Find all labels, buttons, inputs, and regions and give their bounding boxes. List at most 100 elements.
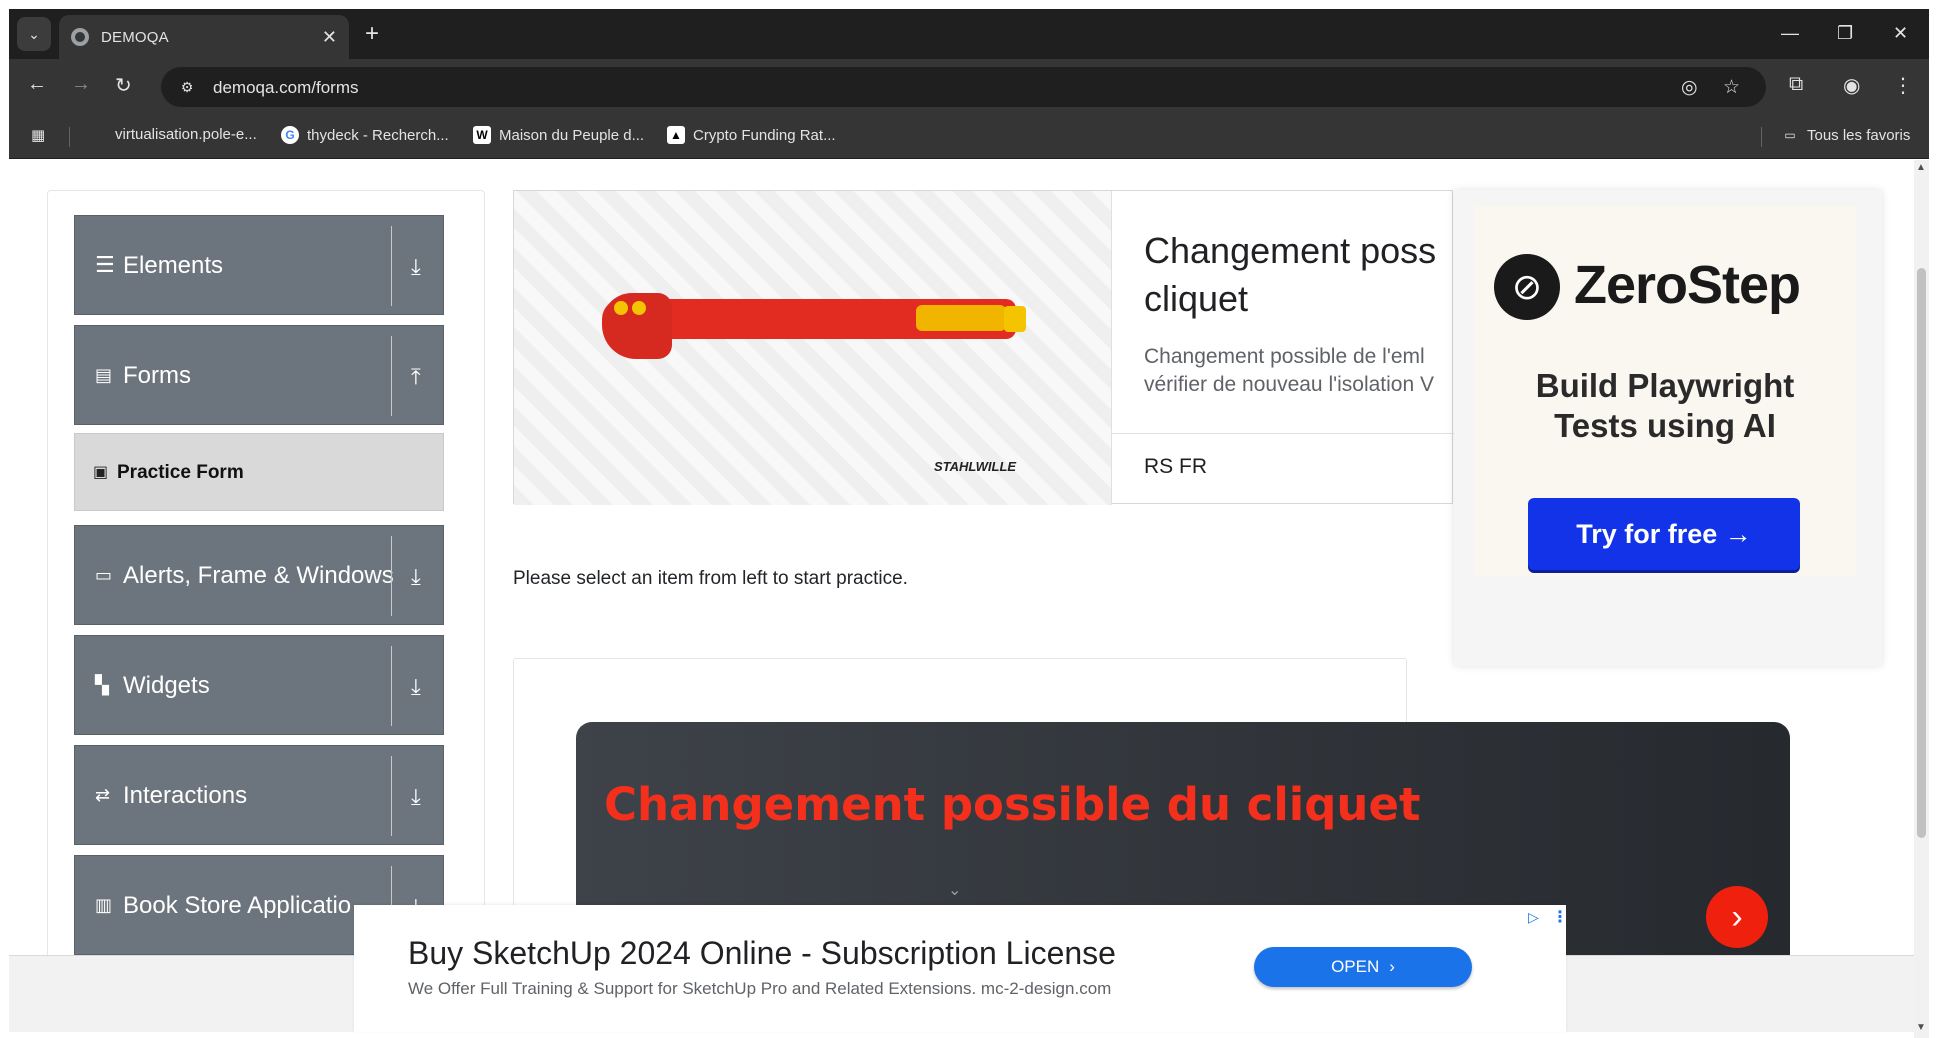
group-label: Elements [123, 252, 224, 279]
ad-menu-icon[interactable]: ⋮ [1552, 907, 1568, 927]
tagline-line: Tests using AI [1554, 407, 1776, 444]
globe-icon [71, 28, 89, 46]
close-window-icon[interactable]: ✕ [1893, 23, 1908, 44]
ad-title-line: cliquet [1144, 278, 1249, 319]
tab-title: DEMOQA [101, 28, 169, 46]
group-label: Alerts, Frame & Windows [123, 562, 394, 589]
page-content: ☰ Elements ⤓ ▤ Forms ⤒ ▣ Practice Form ▭… [9, 160, 1914, 955]
bookmark-item[interactable]: ▲ Crypto Funding Rat... [667, 126, 836, 144]
wrench-dot [632, 301, 646, 315]
bookmark-label: virtualisation.pole-e... [115, 126, 257, 143]
divider [391, 336, 392, 416]
product-image[interactable]: STAHLWILLE [514, 191, 1112, 505]
extensions-icon[interactable]: ⧉ [1789, 73, 1803, 96]
site-settings-icon[interactable]: ⚙ [177, 77, 197, 97]
group-widgets[interactable]: ▚ Widgets ⤓ [74, 635, 444, 735]
wrench-dot [614, 301, 628, 315]
bookmark-item[interactable]: virtualisation.pole-e... [115, 126, 257, 143]
zerostep-logo-icon: ⊘ [1494, 254, 1560, 320]
product-ad[interactable]: STAHLWILLE Changement poss cliquet Chang… [513, 190, 1454, 505]
group-forms[interactable]: ▤ Forms ⤒ [74, 325, 444, 425]
divider [1112, 433, 1454, 434]
group-label: Interactions [123, 782, 248, 809]
document-icon: ▤ [95, 365, 113, 385]
page-scrollbar[interactable]: ▲ ▼ [1914, 160, 1929, 1038]
new-tab-button[interactable]: + [365, 22, 379, 46]
arrow-up-icon: ⤒ [411, 364, 421, 389]
url-text[interactable]: demoqa.com/forms [213, 78, 359, 98]
open-button-label: OPEN [1331, 957, 1380, 976]
reload-icon[interactable]: ↻ [115, 73, 132, 98]
ad-title-line: Changement poss [1144, 230, 1437, 271]
bookmark-item[interactable]: Gthydeck - Recherch... [281, 126, 449, 144]
arrow-down-icon: ⤓ [411, 784, 421, 809]
chevron-down-icon[interactable]: ⌄ [948, 880, 961, 900]
profile-icon[interactable]: ◉ [1843, 73, 1860, 98]
bookmark-label: thydeck - Recherch... [307, 126, 449, 144]
screen: ⌄ DEMOQA ✕ + — ❐ ✕ ← → ↻ ⚙ demoqa.com/fo… [0, 0, 1938, 1038]
menu-icon[interactable]: ⋮ [1893, 73, 1913, 98]
adchoices-icon[interactable]: ▷ [1528, 909, 1539, 926]
close-tab-icon[interactable]: ✕ [322, 27, 337, 48]
wrench-tip [1004, 306, 1026, 332]
minimize-icon[interactable]: — [1781, 23, 1799, 44]
widgets-icon: ▚ [95, 675, 109, 695]
ad-title[interactable]: Changement poss cliquet [1144, 227, 1464, 323]
back-icon[interactable]: ← [27, 73, 47, 96]
crypto-site-icon: ▲ [667, 126, 685, 144]
next-arrow-button[interactable]: › [1706, 886, 1768, 948]
divider [391, 646, 392, 726]
bookmarks-bar: ▦ virtualisation.pole-e... Gthydeck - Re… [9, 115, 1929, 159]
menu-item-practice-form[interactable]: ▣ Practice Form [74, 433, 444, 511]
tagline-line: Build Playwright [1535, 367, 1795, 404]
restore-icon[interactable]: ❐ [1837, 23, 1853, 44]
video-ad-title[interactable]: Changement possible du cliquet [604, 778, 1420, 831]
wrench-grip [916, 305, 1006, 331]
html5-icon: ▣ [93, 464, 109, 481]
left-panel: ☰ Elements ⤓ ▤ Forms ⤒ ▣ Practice Form ▭… [47, 190, 485, 955]
bottom-ad[interactable]: ▷ ⋮ Buy SketchUp 2024 Online - Subscript… [354, 905, 1568, 1032]
ad-desc-line: vérifier de nouveau l'isolation V [1144, 373, 1435, 396]
group-elements[interactable]: ☰ Elements ⤓ [74, 215, 444, 315]
group-alerts-frame-windows[interactable]: ▭ Alerts, Frame & Windows ⤓ [74, 525, 444, 625]
eye-off-icon[interactable]: ◎ [1681, 76, 1698, 99]
chevron-right-icon: › [1389, 957, 1395, 976]
star-icon[interactable]: ☆ [1723, 76, 1740, 99]
try-for-free-button[interactable]: Try for free → [1528, 498, 1800, 570]
all-bookmarks-label: Tous les favoris [1807, 126, 1911, 144]
scroll-thumb[interactable] [1917, 268, 1926, 838]
arrow-down-icon: ⤓ [411, 674, 421, 699]
bookmark-item[interactable]: W Maison du Peuple d... [473, 126, 644, 144]
hamburger-icon: ☰ [95, 252, 115, 277]
open-button[interactable]: OPEN › [1254, 947, 1472, 987]
arrow-down-icon: ⤓ [411, 254, 421, 279]
google-icon: G [281, 126, 299, 144]
chevron-down-icon: ⌄ [28, 25, 40, 42]
brand-logo: STAHLWILLE [934, 459, 1017, 474]
address-bar[interactable]: ⚙ demoqa.com/forms ◎ ☆ [161, 67, 1766, 107]
group-label: Widgets [123, 672, 210, 699]
window-icon: ▭ [95, 565, 113, 585]
folder-icon: ▭ [1784, 128, 1796, 142]
bookmark-label: Maison du Peuple d... [499, 126, 645, 144]
group-interactions[interactable]: ⇄ Interactions ⤓ [74, 745, 444, 845]
interactions-icon: ⇄ [95, 785, 111, 805]
menu-item-label: Practice Form [117, 462, 244, 483]
scroll-up-icon[interactable]: ▲ [1916, 162, 1926, 173]
bookmark-separator [1761, 127, 1762, 147]
bookmark-separator [69, 127, 70, 147]
scroll-down-icon[interactable]: ▼ [1916, 1022, 1926, 1033]
forward-icon[interactable]: → [71, 73, 91, 96]
ad-description: Changement possible de l'eml vérifier de… [1144, 343, 1464, 399]
arrow-down-icon: ⤓ [411, 564, 421, 589]
ad-desc-line: Changement possible de l'eml [1144, 345, 1425, 368]
all-bookmarks[interactable]: ▭ Tous les favoris [1781, 126, 1910, 144]
bottom-ad-description: We Offer Full Training & Support for Ske… [408, 979, 1112, 998]
tab-search-button[interactable]: ⌄ [17, 17, 51, 51]
apps-icon[interactable]: ▦ [31, 126, 45, 144]
bottom-ad-title[interactable]: Buy SketchUp 2024 Online - Subscription … [408, 935, 1116, 972]
divider [391, 536, 392, 616]
ad-source[interactable]: RS FR [1144, 455, 1207, 479]
tab-demoqa[interactable]: DEMOQA ✕ [59, 15, 349, 59]
zerostep-ad[interactable]: ⊘ ZeroStep Build Playwright Tests using … [1454, 190, 1882, 666]
